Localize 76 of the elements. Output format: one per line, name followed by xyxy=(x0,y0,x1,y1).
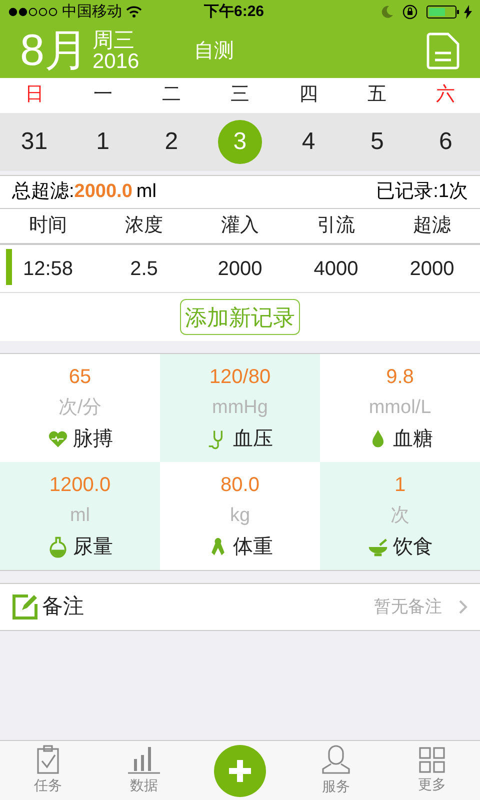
bar-chart-icon xyxy=(126,745,162,775)
month-label: 8月 xyxy=(20,29,88,73)
column-header: 时间 xyxy=(28,214,68,238)
metric-label: 饮食 xyxy=(393,535,433,560)
weekday-header: 二 xyxy=(160,83,182,108)
summary-label: 总超滤: xyxy=(12,180,74,204)
weekday-header: 日 xyxy=(24,83,45,108)
metric-tile[interactable]: 1 次 饮食 xyxy=(320,462,480,570)
weekday-header: 一 xyxy=(92,83,114,108)
metric-unit: mmol/L xyxy=(368,396,432,420)
wifi-icon xyxy=(126,6,142,18)
metric-value: 120/80 xyxy=(209,364,271,390)
table-cell-text: 2000 xyxy=(216,256,264,282)
metric-value: 80.0 xyxy=(220,472,260,498)
column-header: 超滤 xyxy=(412,214,452,238)
weekday-header: 六 xyxy=(435,83,456,108)
metric-tile[interactable]: 65 次/分 脉搏 xyxy=(0,354,160,462)
metric-unit: kg xyxy=(230,504,250,528)
metric-value: 65 xyxy=(68,364,92,390)
table-cell-text: 12:58 xyxy=(22,256,74,282)
metric-tile[interactable]: 9.8 mmol/L 血糖 xyxy=(320,354,480,462)
page-title: 自测 xyxy=(194,39,234,64)
summary-unit: ml xyxy=(136,180,156,204)
metric-label: 血糖 xyxy=(393,427,433,452)
status-time: 下午6:26 xyxy=(204,2,264,22)
battery-icon xyxy=(426,5,460,19)
date-button[interactable]: 31 xyxy=(12,120,56,164)
metric-label: 尿量 xyxy=(73,535,113,560)
metric-value: 1200.0 xyxy=(49,472,111,498)
metric-tile[interactable]: 80.0 kg 体重 xyxy=(160,462,320,570)
metric-value: 9.8 xyxy=(386,364,414,390)
add-button[interactable] xyxy=(214,744,266,796)
metric-unit: mmHg xyxy=(212,396,268,420)
moon-icon xyxy=(380,5,394,19)
weekday-header: 四 xyxy=(298,83,320,108)
bowl-icon xyxy=(367,536,389,558)
grid-icon xyxy=(418,746,446,774)
weekday-header: 三 xyxy=(229,83,250,108)
clipboard-check-icon xyxy=(34,745,62,775)
notes-label: 备注 xyxy=(42,594,84,620)
notes-value: 暂无备注 xyxy=(374,596,442,618)
chevron-right-icon xyxy=(458,599,468,615)
date-button[interactable]: 2 xyxy=(149,120,194,164)
person-icon xyxy=(320,744,352,776)
edit-icon xyxy=(12,594,38,620)
metric-label: 体重 xyxy=(233,535,273,560)
flask-icon xyxy=(47,536,69,558)
metric-label: 血压 xyxy=(233,427,273,452)
metric-tile[interactable]: 1200.0 ml 尿量 xyxy=(0,462,160,570)
metric-label: 脉搏 xyxy=(73,427,113,452)
year-label: 2016 xyxy=(92,51,140,72)
notes-row[interactable]: 备注 暂无备注 xyxy=(0,583,480,631)
column-header: 引流 xyxy=(316,214,356,238)
signal-icon xyxy=(8,7,58,17)
column-header: 浓度 xyxy=(124,214,164,238)
date-button[interactable]: 4 xyxy=(286,120,331,164)
rotation-lock-icon xyxy=(402,4,418,20)
metric-unit: ml xyxy=(70,504,90,528)
date-button[interactable]: 5 xyxy=(355,120,400,164)
record-count: 已记录:1次 xyxy=(376,180,468,204)
date-button[interactable]: 1 xyxy=(80,120,125,164)
weekday-label: 周三 xyxy=(92,30,136,51)
metric-unit: 次 xyxy=(390,504,410,528)
table-cell-text: 4000 xyxy=(312,256,360,282)
document-icon[interactable] xyxy=(426,32,460,70)
column-header: 灌入 xyxy=(220,214,260,238)
table-cell-text: 2000 xyxy=(408,256,456,282)
metric-tile[interactable]: 120/80 mmHg 血压 xyxy=(160,354,320,462)
metric-unit: 次/分 xyxy=(58,396,102,420)
weekday-header: 五 xyxy=(366,83,388,108)
table-cell-text: 2.5 xyxy=(129,256,159,282)
charging-icon xyxy=(464,5,472,19)
summary-value: 2000.0 xyxy=(74,180,132,204)
carrier-name: 中国移动 xyxy=(62,2,122,22)
date-button[interactable]: 6 xyxy=(424,120,468,164)
metric-value: 1 xyxy=(394,472,406,498)
